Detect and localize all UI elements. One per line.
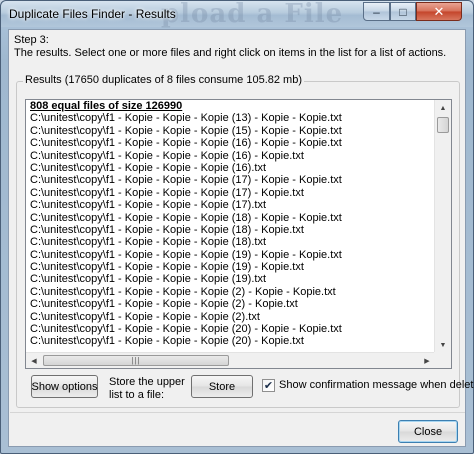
scroll-grip-icon: |||: [131, 356, 141, 365]
list-item[interactable]: C:\unitest\copy\f1 - Kopie - Kopie - Kop…: [30, 212, 426, 224]
step-description: The results. Select one or more files an…: [14, 47, 447, 59]
list-item[interactable]: C:\unitest\copy\f1 - Kopie - Kopie - Kop…: [30, 261, 426, 273]
show-options-button[interactable]: Show options: [31, 375, 98, 398]
minimize-button[interactable]: –: [363, 2, 390, 21]
results-rows: C:\unitest\copy\f1 - Kopie - Kopie - Kop…: [30, 112, 426, 347]
duplicate-group-header[interactable]: 808 equal files of size 126990: [30, 100, 426, 112]
minimize-icon: –: [373, 4, 380, 19]
step-title: Step 3:: [14, 34, 49, 46]
horizontal-scrollbar[interactable]: ◀ ||| ▶: [26, 352, 435, 368]
scroll-right-icon[interactable]: ▶: [419, 353, 435, 368]
dialog-client-area: Step 3: The results. Select one or more …: [8, 29, 474, 447]
scroll-down-icon[interactable]: ▼: [435, 337, 451, 353]
list-item[interactable]: C:\unitest\copy\f1 - Kopie - Kopie - Kop…: [30, 298, 426, 310]
list-item[interactable]: C:\unitest\copy\f1 - Kopie - Kopie - Kop…: [30, 236, 426, 248]
list-item[interactable]: C:\unitest\copy\f1 - Kopie - Kopie - Kop…: [30, 323, 426, 335]
results-window: pload a File Duplicate Files Finder - Re…: [0, 0, 474, 454]
vertical-scroll-thumb[interactable]: [437, 117, 449, 133]
results-list[interactable]: 808 equal files of size 126990 C:\unites…: [25, 99, 452, 369]
list-item[interactable]: C:\unitest\copy\f1 - Kopie - Kopie - Kop…: [30, 335, 426, 347]
close-window-button[interactable]: ✕: [416, 2, 462, 21]
list-item[interactable]: C:\unitest\copy\f1 - Kopie - Kopie - Kop…: [30, 137, 426, 149]
maximize-icon: □: [399, 4, 407, 19]
list-item[interactable]: C:\unitest\copy\f1 - Kopie - Kopie - Kop…: [30, 162, 426, 174]
list-item[interactable]: C:\unitest\copy\f1 - Kopie - Kopie - Kop…: [30, 174, 426, 186]
store-label-line-2: list to a file:: [109, 389, 165, 401]
results-group-label: Results (17650 duplicates of 8 files con…: [23, 74, 304, 86]
vertical-scrollbar[interactable]: ▲ ▼: [434, 100, 451, 353]
footer-separator: [10, 412, 465, 413]
scroll-left-icon[interactable]: ◀: [26, 353, 42, 368]
list-item[interactable]: C:\unitest\copy\f1 - Kopie - Kopie - Kop…: [30, 311, 426, 323]
list-item[interactable]: C:\unitest\copy\f1 - Kopie - Kopie - Kop…: [30, 273, 426, 285]
list-item[interactable]: C:\unitest\copy\f1 - Kopie - Kopie - Kop…: [30, 224, 426, 236]
store-list-label: Store the upper list to a file:: [109, 376, 185, 402]
list-item[interactable]: C:\unitest\copy\f1 - Kopie - Kopie - Kop…: [30, 112, 426, 124]
list-item[interactable]: C:\unitest\copy\f1 - Kopie - Kopie - Kop…: [30, 286, 426, 298]
horizontal-scroll-thumb[interactable]: |||: [43, 355, 229, 366]
scrollbar-corner: [434, 352, 451, 368]
list-item[interactable]: C:\unitest\copy\f1 - Kopie - Kopie - Kop…: [30, 150, 426, 162]
maximize-button[interactable]: □: [390, 2, 416, 21]
confirm-delete-label[interactable]: Show confirmation message when deleting: [279, 379, 474, 391]
store-button[interactable]: Store: [191, 375, 253, 398]
confirm-delete-checkbox[interactable]: ✔: [262, 379, 275, 392]
checkmark-icon: ✔: [263, 380, 274, 392]
list-item[interactable]: C:\unitest\copy\f1 - Kopie - Kopie - Kop…: [30, 199, 426, 211]
window-title: Duplicate Files Finder - Results: [9, 7, 176, 21]
watermark-text: pload a File: [161, 0, 344, 29]
store-label-line-1: Store the upper: [109, 376, 185, 388]
close-icon: ✕: [433, 3, 445, 19]
list-item[interactable]: C:\unitest\copy\f1 - Kopie - Kopie - Kop…: [30, 125, 426, 137]
list-item[interactable]: C:\unitest\copy\f1 - Kopie - Kopie - Kop…: [30, 249, 426, 261]
close-button[interactable]: Close: [398, 420, 458, 443]
list-item[interactable]: C:\unitest\copy\f1 - Kopie - Kopie - Kop…: [30, 187, 426, 199]
results-list-content[interactable]: 808 equal files of size 126990 C:\unites…: [30, 100, 426, 355]
title-bar[interactable]: pload a File Duplicate Files Finder - Re…: [1, 0, 473, 29]
scroll-up-icon[interactable]: ▲: [435, 100, 451, 116]
